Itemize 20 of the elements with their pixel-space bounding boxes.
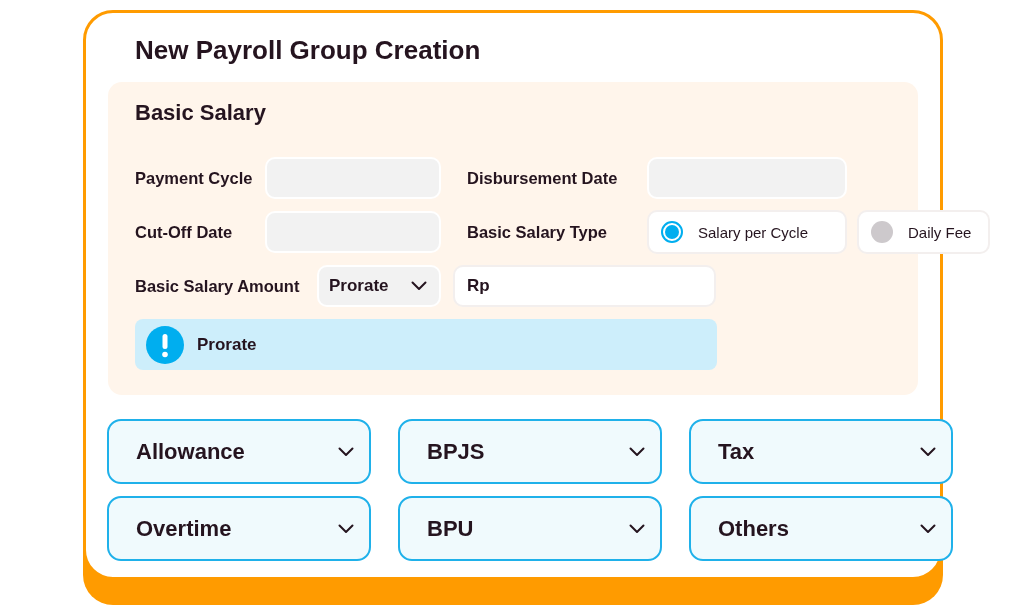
section-dropdown[interactable]: BPJS xyxy=(398,419,662,484)
page-title: New Payroll Group Creation xyxy=(135,35,481,65)
field-label: Disbursement Date xyxy=(467,169,618,187)
exclamation-icon xyxy=(146,325,184,364)
section-dropdown[interactable]: Tax xyxy=(689,419,953,484)
section-dropdown[interactable]: Others xyxy=(689,496,953,561)
field-label: Basic Salary Type xyxy=(467,223,608,241)
radio-option[interactable]: Salary per Cycle xyxy=(647,210,847,254)
chevron-down-icon xyxy=(411,281,427,291)
field-label: Cut-Off Date xyxy=(135,223,233,241)
section-dropdown[interactable]: Allowance xyxy=(107,419,371,484)
radio-option[interactable]: Daily Fee xyxy=(857,210,990,254)
field-label: Basic Salary Amount xyxy=(135,277,300,295)
section-dropdown[interactable]: BPU xyxy=(398,496,662,561)
info-text: Prorate xyxy=(197,334,257,355)
amount-field[interactable]: Rp xyxy=(453,265,716,307)
method-dropdown[interactable]: Prorate xyxy=(317,265,441,307)
section-dropdown[interactable]: Overtime xyxy=(107,496,371,561)
section-title: Basic Salary xyxy=(135,100,266,126)
field-label: Payment Cycle xyxy=(135,169,253,187)
